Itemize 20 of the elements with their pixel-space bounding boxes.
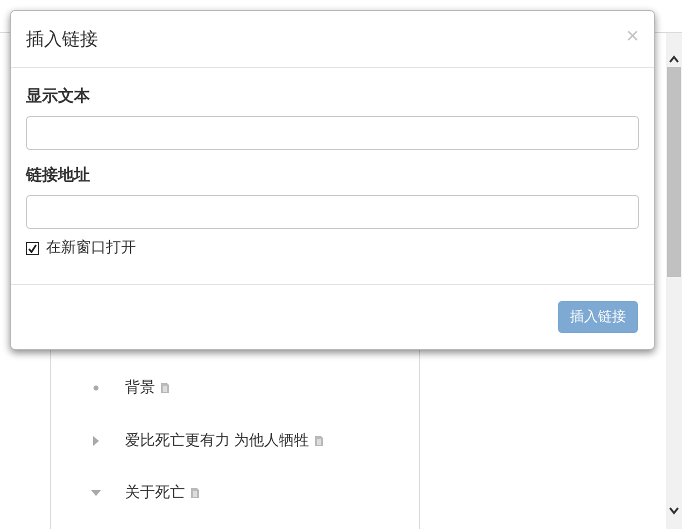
scroll-up-icon[interactable] [669,55,679,63]
bullet-icon [93,385,99,392]
dialog-title: 插入链接 [26,28,98,50]
checkbox-label: 在新窗口打开 [46,238,136,258]
outline-item[interactable]: 关于死亡 [125,482,185,504]
field-label: 显示文本 [26,86,91,107]
expand-arrow-icon[interactable] [93,436,99,446]
scroll-down-icon[interactable] [669,507,679,515]
field-label: 链接地址 [26,165,91,186]
outline-item[interactable]: 爱比死亡更有力 为他人牺牲 [125,430,310,452]
outline-item[interactable]: 背景 [125,377,155,400]
collapse-arrow-icon[interactable] [91,490,101,496]
scrollbar-thumb[interactable] [667,67,681,277]
document-icon [161,383,169,394]
checkbox[interactable] [26,242,39,255]
scrollbar[interactable] [666,33,682,529]
input-field[interactable] [26,195,639,229]
document-icon [315,436,324,446]
document-icon [191,488,199,498]
input-field[interactable] [26,116,639,150]
